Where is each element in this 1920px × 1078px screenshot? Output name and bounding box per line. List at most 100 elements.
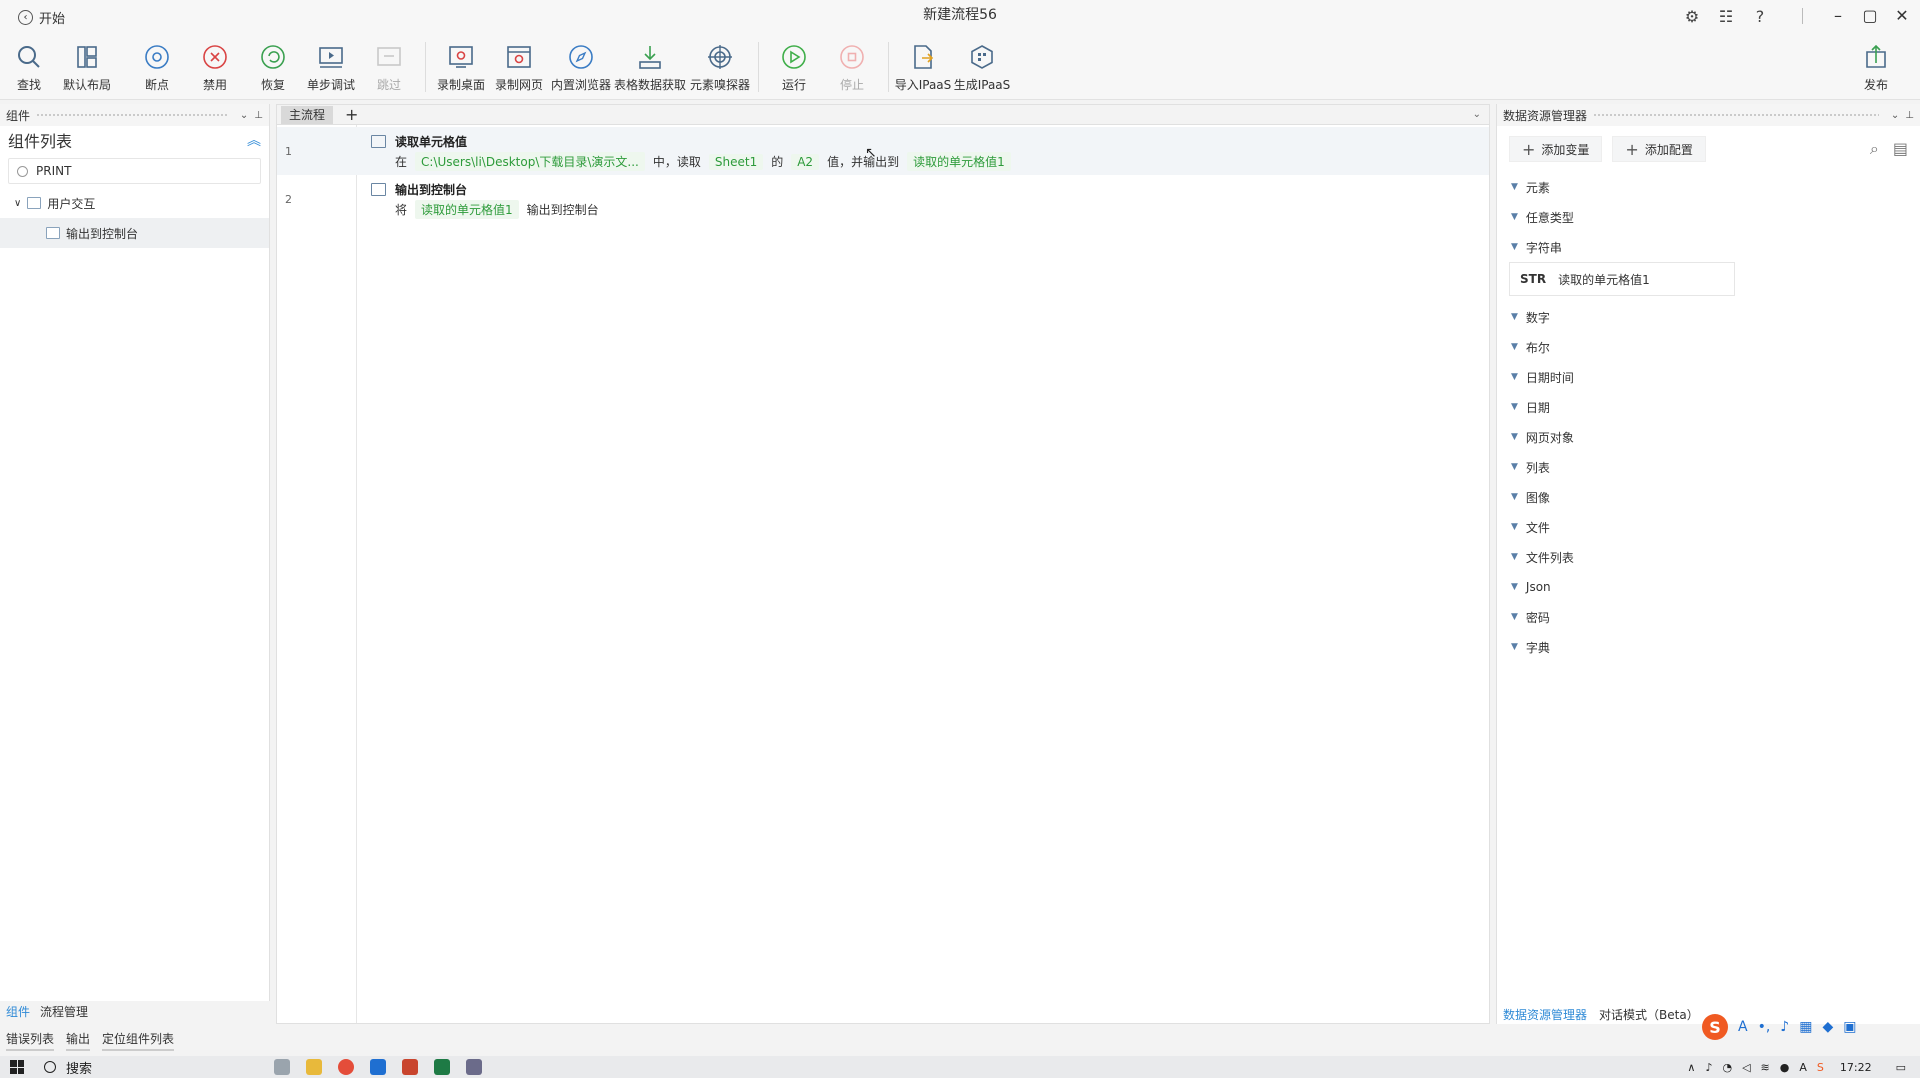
tab-output[interactable]: 输出 bbox=[66, 1030, 91, 1051]
category-any-type[interactable]: ▼ 任意类型 bbox=[1497, 202, 1920, 232]
step-description: 将 读取的单元格值1 输出到控制台 bbox=[395, 200, 599, 219]
add-variable-button[interactable]: + 添加变量 bbox=[1509, 136, 1603, 162]
clipboard-icon[interactable]: ▤ bbox=[1893, 139, 1908, 159]
ime-font-icon[interactable]: A bbox=[1738, 1019, 1748, 1035]
builtin-browser-button[interactable]: 内置浏览器 bbox=[551, 42, 611, 93]
tab-components[interactable]: 组件 bbox=[6, 1003, 30, 1020]
table-data-button[interactable]: 表格数据获取 bbox=[614, 42, 686, 93]
default-layout-button[interactable]: 默认布局 bbox=[58, 42, 116, 93]
category-password[interactable]: ▼ 密码 bbox=[1497, 602, 1920, 632]
panel-dropdown-icon[interactable]: ⌄ bbox=[240, 110, 248, 121]
help-icon[interactable]: ? bbox=[1750, 6, 1770, 26]
breakpoint-button[interactable]: 断点 bbox=[128, 42, 186, 93]
step-debug-button[interactable]: 单步调试 bbox=[302, 42, 360, 93]
file-path-param[interactable]: C:\Users\li\Desktop\下载目录\演示文... bbox=[415, 152, 645, 171]
category-dictionary[interactable]: ▼ 字典 bbox=[1497, 632, 1920, 662]
generate-ipaas-button[interactable]: 生成IPaaS bbox=[953, 42, 1011, 93]
minimize-icon[interactable]: – bbox=[1828, 4, 1848, 26]
tray-wifi-icon[interactable]: ≋ bbox=[1761, 1061, 1770, 1074]
category-date[interactable]: ▼ 日期 bbox=[1497, 392, 1920, 422]
collapse-up-icon[interactable]: ︽ bbox=[247, 130, 261, 150]
start-button[interactable] bbox=[0, 1056, 34, 1078]
app-printer-icon[interactable] bbox=[274, 1059, 290, 1075]
run-button[interactable]: 运行 bbox=[765, 42, 823, 93]
tab-dialog-mode[interactable]: 对话模式（Beta） bbox=[1599, 1006, 1699, 1023]
tab-dropdown-icon[interactable]: ⌄ bbox=[1473, 109, 1481, 120]
tab-locate-component-list[interactable]: 定位组件列表 bbox=[102, 1030, 175, 1051]
category-string[interactable]: ▼ 字符串 bbox=[1497, 232, 1920, 262]
add-config-button[interactable]: + 添加配置 bbox=[1612, 136, 1706, 162]
category-file[interactable]: ▼ 文件 bbox=[1497, 512, 1920, 542]
keyboard-icon[interactable]: ▦ bbox=[1799, 1019, 1812, 1035]
output-var-param[interactable]: 读取的单元格值1 bbox=[907, 152, 1011, 171]
tray-ime-icon[interactable]: A bbox=[1799, 1061, 1807, 1074]
cell-param[interactable]: A2 bbox=[791, 153, 820, 170]
skip-button[interactable]: 跳过 bbox=[360, 42, 418, 93]
category-boolean[interactable]: ▼ 布尔 bbox=[1497, 332, 1920, 362]
maximize-icon[interactable]: ▢ bbox=[1860, 4, 1880, 26]
category-element[interactable]: ▼ 元素 bbox=[1497, 172, 1920, 202]
category-label: 日期 bbox=[1525, 400, 1550, 415]
flow-step-row[interactable]: 1 读取单元格值 在 C:\Users\li\Desktop\下载目录\演示文.… bbox=[277, 127, 1489, 175]
chrome-icon[interactable] bbox=[338, 1059, 354, 1075]
category-file-list[interactable]: ▼ 文件列表 bbox=[1497, 542, 1920, 572]
category-image[interactable]: ▼ 图像 bbox=[1497, 482, 1920, 512]
record-web-button[interactable]: 录制网页 bbox=[490, 42, 548, 93]
search-icon[interactable]: ⌕ bbox=[1870, 139, 1879, 159]
tray-chevron-up-icon[interactable]: ∧ bbox=[1687, 1061, 1695, 1074]
excel-icon[interactable] bbox=[434, 1059, 450, 1075]
drag-grip[interactable] bbox=[1593, 113, 1879, 117]
tree-item-print-console[interactable]: 输出到控制台 bbox=[0, 218, 269, 248]
sliders-icon[interactable]: ☷ bbox=[1716, 6, 1736, 26]
taskbar-search[interactable]: 搜索 bbox=[34, 1058, 234, 1077]
pin-icon[interactable]: ⊥ bbox=[254, 110, 263, 121]
element-sniffer-button[interactable]: 元素嗅探器 bbox=[690, 42, 750, 93]
microphone-icon[interactable]: ♪ bbox=[1780, 1019, 1789, 1035]
tray-microphone-icon[interactable]: ♪ bbox=[1705, 1061, 1712, 1074]
tab-data-resource-manager[interactable]: 数据资源管理器 bbox=[1503, 1006, 1587, 1023]
step-text: 将 bbox=[395, 203, 408, 217]
sheet-param[interactable]: Sheet1 bbox=[708, 153, 764, 170]
pin-icon[interactable]: ⊥ bbox=[1905, 110, 1914, 121]
sogou-logo-icon[interactable]: S bbox=[1702, 1014, 1728, 1040]
category-web-object[interactable]: ▼ 网页对象 bbox=[1497, 422, 1920, 452]
flow-step-row[interactable]: 2 输出到控制台 将 读取的单元格值1 输出到控制台 bbox=[277, 175, 1489, 223]
toolbox-icon[interactable]: ▣ bbox=[1843, 1019, 1856, 1035]
notification-icon[interactable]: ▭ bbox=[1896, 1061, 1906, 1074]
tray-sogou-icon[interactable]: S bbox=[1817, 1061, 1824, 1074]
tray-volume-icon[interactable]: ◁ bbox=[1742, 1061, 1750, 1074]
stop-button[interactable]: 停止 bbox=[823, 42, 881, 93]
outlook-icon[interactable] bbox=[370, 1059, 386, 1075]
taskbar-clock[interactable]: 17:22 bbox=[1840, 1061, 1872, 1074]
variable-card[interactable]: STR 读取的单元格值1 bbox=[1509, 262, 1735, 296]
settings-gear-icon[interactable]: ⚙ bbox=[1682, 6, 1702, 26]
disable-button[interactable]: 禁用 bbox=[186, 42, 244, 93]
tab-error-list[interactable]: 错误列表 bbox=[6, 1030, 55, 1051]
rpa-app-icon[interactable] bbox=[466, 1059, 482, 1075]
tab-main-flow[interactable]: 主流程 bbox=[281, 105, 334, 124]
category-datetime[interactable]: ▼ 日期时间 bbox=[1497, 362, 1920, 392]
restore-button[interactable]: 恢复 bbox=[244, 42, 302, 93]
ime-punctuation-icon[interactable]: •, bbox=[1758, 1019, 1771, 1035]
panel-dropdown-icon[interactable]: ⌄ bbox=[1891, 110, 1899, 121]
find-button[interactable]: 查找 bbox=[0, 42, 58, 93]
tray-app-icon[interactable]: ● bbox=[1780, 1061, 1790, 1074]
powerpoint-icon[interactable] bbox=[402, 1059, 418, 1075]
chevron-down-icon[interactable]: ∨ bbox=[14, 198, 21, 209]
category-number[interactable]: ▼ 数字 bbox=[1497, 302, 1920, 332]
skin-icon[interactable]: ◆ bbox=[1822, 1019, 1833, 1035]
publish-button[interactable]: 发布 bbox=[1847, 42, 1905, 93]
close-icon[interactable]: ✕ bbox=[1892, 4, 1912, 26]
category-json[interactable]: ▼ Json bbox=[1497, 572, 1920, 602]
tab-flow-management[interactable]: 流程管理 bbox=[40, 1003, 88, 1020]
record-desktop-button[interactable]: 录制桌面 bbox=[432, 42, 490, 93]
drag-grip[interactable] bbox=[36, 113, 228, 117]
input-var-param[interactable]: 读取的单元格值1 bbox=[415, 200, 519, 219]
tray-network-icon[interactable]: ◔ bbox=[1722, 1061, 1732, 1074]
import-ipaas-button[interactable]: 导入IPaaS bbox=[894, 42, 952, 93]
tree-group-user-interaction[interactable]: ∨ 用户交互 bbox=[0, 188, 269, 218]
category-list[interactable]: ▼ 列表 bbox=[1497, 452, 1920, 482]
add-tab-icon[interactable]: + bbox=[345, 105, 358, 124]
component-search-input[interactable]: PRINT bbox=[8, 158, 261, 184]
file-explorer-icon[interactable] bbox=[306, 1059, 322, 1075]
